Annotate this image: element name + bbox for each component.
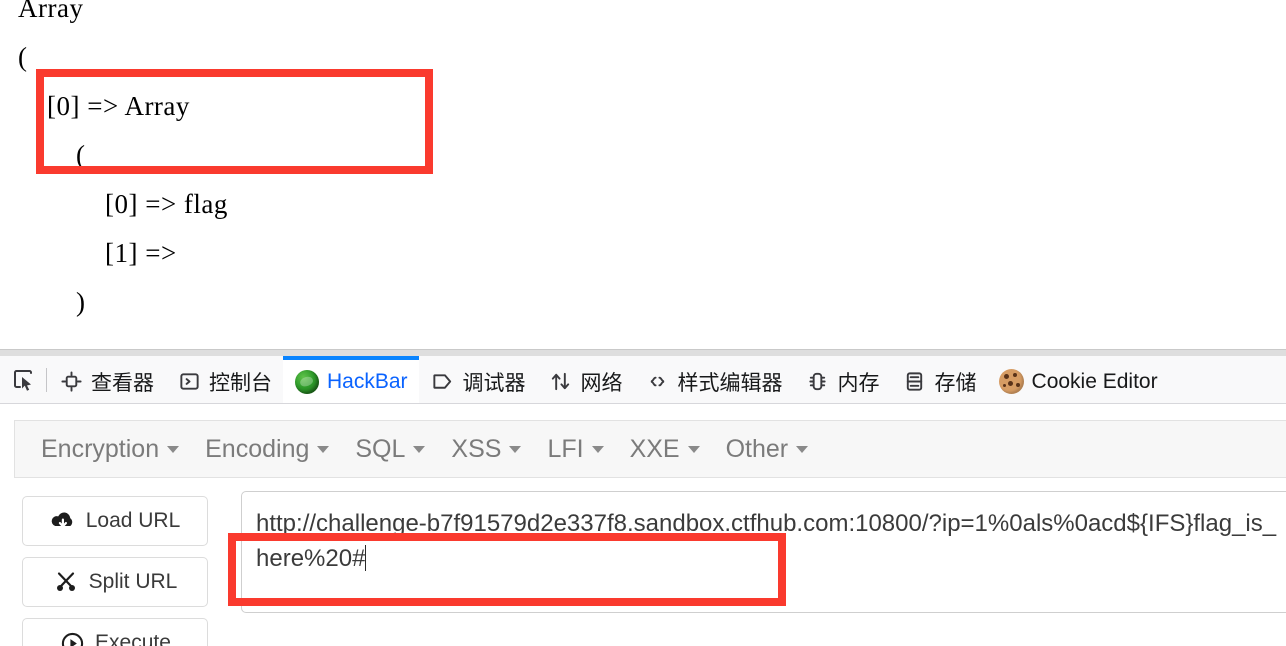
chevron-down-icon	[591, 445, 604, 453]
chevron-down-icon	[687, 445, 700, 453]
tab-debugger[interactable]: 调试器	[419, 356, 537, 403]
menu-lfi[interactable]: LFI	[539, 433, 611, 466]
load-url-label: Load URL	[85, 509, 181, 532]
tab-storage[interactable]: 存储	[891, 356, 988, 403]
url-input[interactable]: http://challenge-b7f91579d2e337f8.sandbo…	[241, 491, 1286, 613]
hackbar-action-buttons: Load URL Split URL Execute	[22, 496, 208, 646]
hackbar-menubar: Encryption Encoding SQL XSS LFI XXE Othe…	[14, 420, 1286, 478]
split-url-label: Split URL	[88, 570, 178, 593]
tab-inspector[interactable]: 查看器	[47, 356, 165, 403]
browser-page-content: Array ( [0] => Array ( [0] => flag [1] =…	[0, 0, 1286, 349]
cookie-icon	[999, 369, 1025, 395]
storage-icon	[902, 369, 928, 395]
tab-style-editor-label: 样式编辑器	[677, 371, 783, 395]
menu-other[interactable]: Other	[718, 433, 817, 466]
menu-encryption[interactable]: Encryption	[33, 433, 187, 466]
tab-hackbar-label: HackBar	[327, 369, 408, 393]
play-circle-icon	[59, 630, 85, 646]
chevron-down-icon	[317, 445, 330, 453]
chevron-down-icon	[413, 445, 426, 453]
scissors-icon	[53, 569, 79, 595]
tab-style-editor[interactable]: 样式编辑器	[634, 356, 794, 403]
tab-cookie-editor-label: Cookie Editor	[1031, 369, 1158, 393]
text-caret	[365, 545, 367, 571]
tab-debugger-label: 调试器	[462, 371, 526, 395]
tab-cookie-editor[interactable]: Cookie Editor	[988, 356, 1169, 403]
chevron-down-icon	[509, 445, 522, 453]
menu-encoding-label: Encoding	[205, 434, 310, 463]
chevron-down-icon	[167, 445, 180, 453]
cloud-download-icon	[50, 508, 76, 534]
url-input-value: http://challenge-b7f91579d2e337f8.sandbo…	[256, 510, 1277, 572]
tab-network[interactable]: 网络	[537, 356, 634, 403]
devtools-splitter[interactable]	[0, 349, 1286, 356]
menu-xss[interactable]: XSS	[443, 433, 529, 466]
menu-sql[interactable]: SQL	[347, 433, 433, 466]
tab-memory[interactable]: 内存	[794, 356, 891, 403]
tab-inspector-label: 查看器	[91, 371, 154, 395]
php-array-output: Array ( [0] => Array ( [0] => flag [1] =…	[18, 0, 228, 317]
load-url-button[interactable]: Load URL	[22, 496, 208, 546]
menu-other-label: Other	[725, 434, 789, 463]
console-icon	[176, 369, 202, 395]
network-icon	[548, 369, 574, 395]
menu-encoding[interactable]: Encoding	[197, 433, 337, 466]
style-editor-icon	[645, 369, 671, 395]
inspector-icon	[58, 369, 84, 395]
hackbar-url-field-wrapper: http://challenge-b7f91579d2e337f8.sandbo…	[241, 491, 1286, 613]
menu-xxe-label: XXE	[629, 434, 680, 463]
tab-memory-label: 内存	[837, 371, 880, 395]
screenshot-root: Array ( [0] => Array ( [0] => flag [1] =…	[0, 0, 1286, 646]
devtools-toolbar: 查看器 控制台 HackBar 调试器 网络 样式编辑器 内存 存储 Cooki…	[0, 356, 1286, 404]
execute-button[interactable]: Execute	[22, 618, 208, 646]
tab-network-label: 网络	[580, 371, 623, 395]
memory-icon	[805, 369, 831, 395]
element-picker-button[interactable]	[0, 356, 46, 403]
menu-xss-label: XSS	[451, 434, 502, 463]
menu-sql-label: SQL	[355, 434, 406, 463]
chevron-down-icon	[796, 445, 809, 453]
execute-label: Execute	[95, 631, 171, 646]
menu-lfi-label: LFI	[547, 434, 584, 463]
split-url-button[interactable]: Split URL	[22, 557, 208, 607]
menu-encryption-label: Encryption	[41, 434, 160, 463]
tab-console-label: 控制台	[209, 371, 272, 395]
tab-storage-label: 存储	[934, 371, 977, 395]
hackbar-firefox-icon	[294, 369, 320, 395]
menu-xxe[interactable]: XXE	[622, 433, 708, 466]
tab-console[interactable]: 控制台	[165, 356, 283, 403]
debugger-icon	[430, 369, 456, 395]
element-picker-icon	[10, 367, 36, 393]
tab-hackbar[interactable]: HackBar	[283, 356, 419, 403]
